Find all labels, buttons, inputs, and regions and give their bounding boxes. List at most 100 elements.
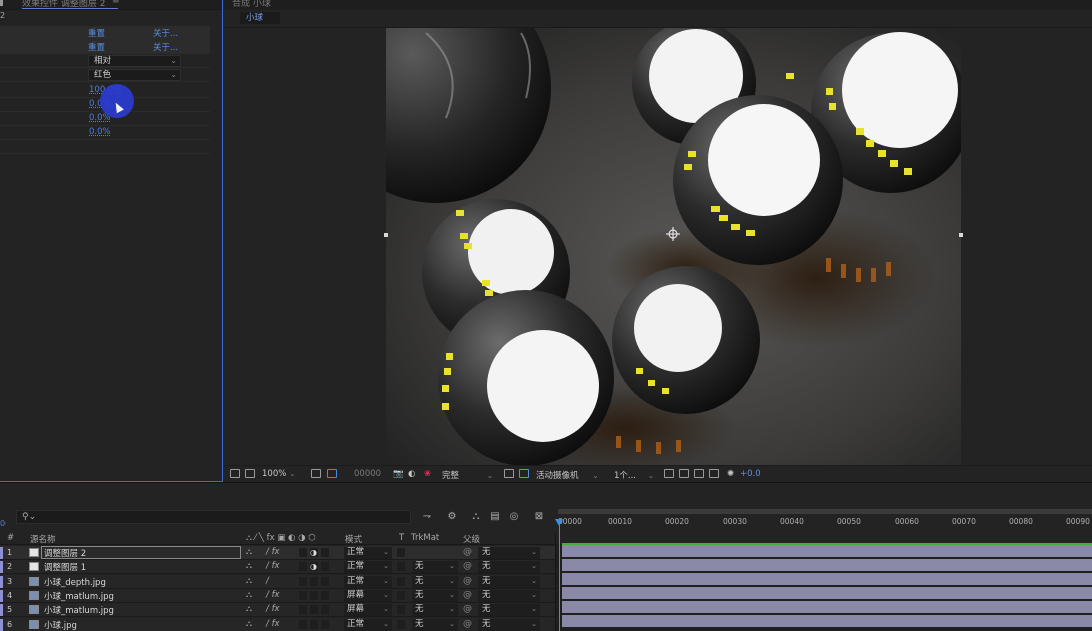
switch-box[interactable] — [299, 619, 307, 629]
adjustment-switch-icon[interactable] — [310, 590, 318, 600]
adjustment-switch-icon[interactable] — [310, 576, 318, 586]
reset-link[interactable]: 重置 — [88, 41, 105, 53]
adjustment-switch-icon[interactable]: ◑ — [310, 562, 318, 572]
3d-switch-box[interactable] — [321, 619, 329, 629]
switch-box[interactable] — [299, 562, 307, 572]
motion-blur-icon[interactable]: ◎ — [508, 511, 520, 523]
3d-switch-box[interactable] — [321, 562, 329, 572]
show-snapshot-icon[interactable]: ◐ — [408, 469, 415, 479]
shy-switch-icon[interactable]: ⛬ — [246, 547, 252, 557]
3d-switch-box[interactable] — [321, 548, 329, 557]
shy-switch-icon[interactable]: ⛬ — [246, 576, 252, 586]
panel-close-icon[interactable] — [0, 0, 3, 6]
timeline-icon[interactable] — [679, 469, 689, 478]
switch-box[interactable] — [299, 590, 307, 600]
layer-row[interactable]: 2 调整图层 1 ⛬ / fx ◑ 正常 ⌄ 无 ⌄ @ 无 ⌄ — [0, 560, 556, 575]
snapshot-icon[interactable]: 📷 — [393, 469, 404, 479]
layer-row[interactable]: 1 调整图层 2 ⛬ / fx ◑ 正常 ⌄ @ 无 ⌄ — [0, 546, 556, 560]
about-link[interactable]: 关于... — [153, 41, 178, 53]
region-of-interest-icon[interactable] — [504, 469, 514, 478]
exposure-icon[interactable]: ✺ — [727, 469, 734, 479]
transparency-grid-icon[interactable] — [519, 469, 529, 478]
layer-label-color[interactable] — [0, 604, 3, 617]
layer-duration-bar[interactable] — [562, 545, 1092, 557]
layer-switches[interactable]: / — [266, 576, 269, 586]
switch-box[interactable] — [299, 576, 307, 586]
blend-mode-select[interactable]: 正常 ⌄ — [344, 561, 392, 574]
reset-link[interactable]: 重置 — [88, 27, 105, 39]
layer-search-input[interactable]: ⚲⌄ — [16, 510, 411, 524]
layer-switches[interactable]: / fx — [266, 619, 280, 629]
mode-dropdown[interactable]: 相对 ⌄ — [88, 55, 181, 67]
parent-select[interactable]: 无 ⌄ — [478, 589, 540, 602]
parent-pickwhip-icon[interactable]: @ — [463, 576, 472, 586]
playhead[interactable] — [559, 521, 560, 631]
preserve-transparency-box[interactable] — [397, 576, 405, 586]
layer-name[interactable]: 调整图层 1 — [44, 561, 86, 573]
flowchart-icon[interactable] — [709, 469, 719, 478]
resolution-select[interactable]: 完整 ⌄ — [442, 469, 493, 481]
shy-switch-icon[interactable]: ⛬ — [246, 561, 252, 571]
composition-viewer[interactable] — [386, 28, 961, 465]
fast-previews-icon[interactable] — [664, 469, 674, 478]
shy-layers-icon[interactable]: ⛬ — [470, 511, 482, 523]
panel-menu-icon[interactable]: ≡ — [112, 0, 120, 6]
preserve-transparency-box[interactable] — [397, 562, 405, 572]
monitor-icon[interactable] — [245, 469, 255, 478]
parent-select[interactable]: 无 ⌄ — [478, 561, 540, 574]
layer-switches[interactable]: / fx — [266, 561, 280, 571]
layer-handle[interactable] — [384, 233, 388, 237]
effect-value-scrub[interactable]: 0.0% — [89, 127, 111, 137]
layer-duration-bar[interactable] — [562, 601, 1092, 613]
parent-select[interactable]: 无 ⌄ — [478, 547, 540, 559]
layer-label-color[interactable] — [0, 618, 3, 631]
draft-3d-icon[interactable]: ⚙ — [446, 511, 458, 523]
preserve-transparency-box[interactable] — [397, 590, 405, 600]
parent-select[interactable]: 无 ⌄ — [478, 575, 540, 588]
preserve-transparency-box[interactable] — [397, 605, 405, 615]
preserve-transparency-box[interactable] — [397, 548, 405, 557]
zoom-select[interactable]: 100% ⌄ — [262, 469, 295, 479]
header-source-name[interactable]: 源名称 — [30, 533, 56, 545]
switch-box[interactable] — [299, 548, 307, 557]
blend-mode-select[interactable]: 正常 ⌄ — [344, 575, 392, 588]
shy-switch-icon[interactable]: ⛬ — [246, 590, 252, 600]
3d-switch-box[interactable] — [321, 576, 329, 586]
frame-blending-icon[interactable]: ▤ — [489, 511, 501, 523]
layer-label-color[interactable] — [0, 561, 3, 574]
playhead-handle-icon[interactable] — [555, 519, 563, 526]
parent-select[interactable]: 无 ⌄ — [478, 618, 540, 631]
layer-duration-bar[interactable] — [562, 587, 1092, 599]
work-area-bar[interactable] — [558, 509, 1092, 514]
current-time-display[interactable]: 00000 — [354, 469, 381, 479]
layer-handle[interactable] — [959, 233, 963, 237]
views-select[interactable]: 1个... ⌄ — [614, 469, 654, 481]
blend-mode-select[interactable]: 正常 ⌄ — [344, 618, 392, 631]
adjustment-switch-icon[interactable]: ◑ — [310, 548, 318, 557]
switch-box[interactable] — [299, 605, 307, 615]
layer-switches[interactable]: / fx — [266, 590, 280, 600]
panel-divider[interactable] — [555, 533, 556, 631]
adjustment-switch-icon[interactable] — [310, 619, 318, 629]
camera-select[interactable]: 活动摄像机 ⌄ — [536, 469, 598, 481]
layer-row[interactable]: 5 小球_matlum.jpg ⛬ / fx 屏幕 ⌄ 无 ⌄ @ 无 ⌄ — [0, 603, 556, 618]
layer-row[interactable]: 6 小球.jpg ⛬ / fx 正常 ⌄ 无 ⌄ @ 无 ⌄ — [0, 617, 556, 631]
graph-editor-icon[interactable]: ⊠ — [533, 511, 545, 523]
preserve-transparency-box[interactable] — [397, 619, 405, 629]
3d-switch-box[interactable] — [321, 605, 329, 615]
trkmat-select[interactable]: 无 ⌄ — [412, 575, 458, 588]
parent-pickwhip-icon[interactable]: @ — [463, 561, 472, 571]
color-channel-icon[interactable]: ❀ — [424, 469, 431, 479]
layer-name[interactable]: 小球_matlum.jpg — [44, 590, 114, 602]
layer-switches[interactable]: / fx — [266, 547, 280, 557]
parent-pickwhip-icon[interactable]: @ — [463, 619, 472, 629]
composition-breadcrumb[interactable]: 小球 — [240, 12, 280, 24]
layer-row[interactable]: 3 小球_depth.jpg ⛬ / 正常 ⌄ 无 ⌄ @ 无 ⌄ — [0, 574, 556, 589]
layer-name[interactable]: 小球_depth.jpg — [44, 576, 106, 588]
trkmat-select[interactable]: 无 ⌄ — [412, 561, 458, 574]
preview-options-icon[interactable] — [230, 469, 240, 478]
shy-switch-icon[interactable]: ⛬ — [246, 619, 252, 629]
parent-pickwhip-icon[interactable]: @ — [463, 590, 472, 600]
timeline-timecode[interactable]: 00000 — [0, 519, 6, 528]
channel-dropdown[interactable]: 红色 ⌄ — [88, 69, 181, 81]
